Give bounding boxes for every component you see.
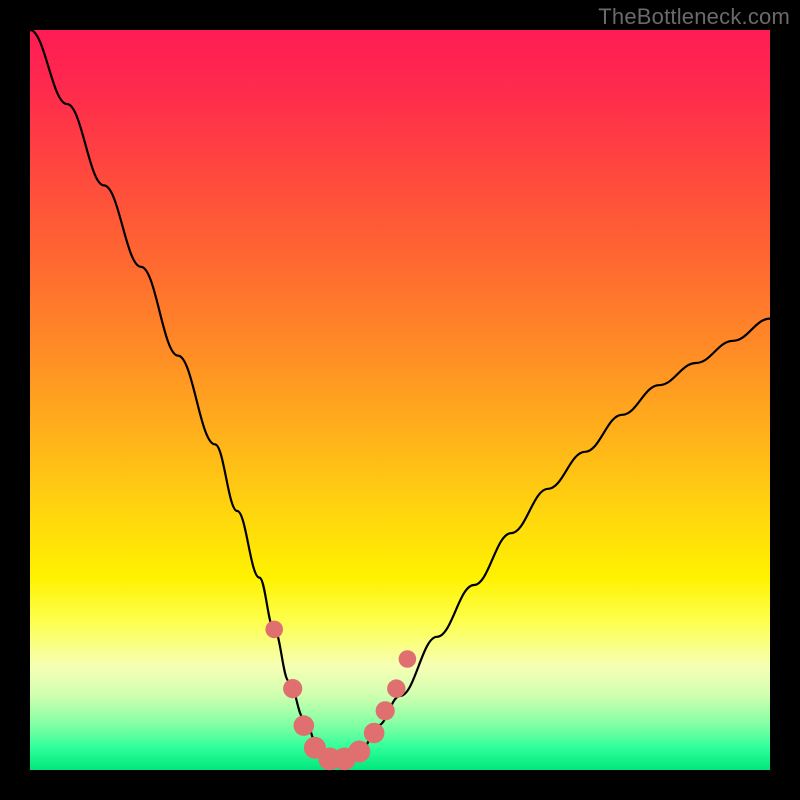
curve-layer	[30, 30, 770, 770]
point-i	[376, 701, 395, 720]
point-h	[364, 723, 385, 744]
watermark-text: TheBottleneck.com	[598, 4, 790, 30]
chart-frame: TheBottleneck.com	[0, 0, 800, 800]
point-j	[387, 679, 405, 697]
point-k	[399, 650, 417, 668]
point-g	[348, 741, 370, 763]
markers-group	[265, 621, 416, 771]
bottleneck-curve	[30, 30, 770, 763]
point-c	[294, 715, 315, 736]
point-a	[265, 621, 283, 639]
plot-area	[30, 30, 770, 770]
point-b	[283, 679, 302, 698]
